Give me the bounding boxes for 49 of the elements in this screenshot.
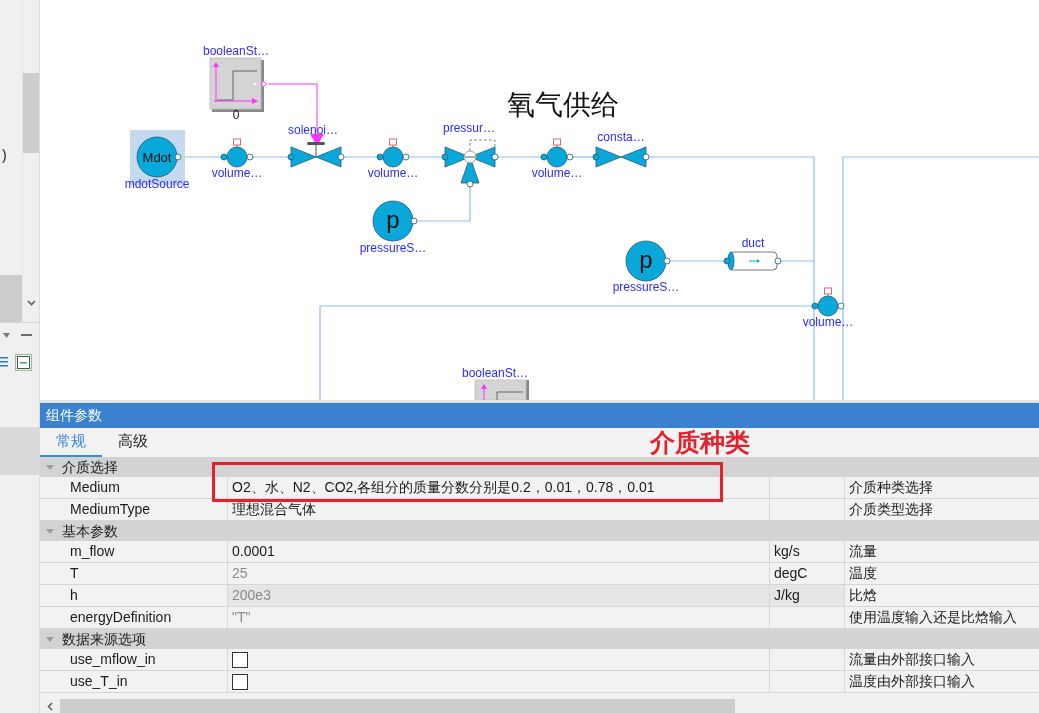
symbol-text: Mdot	[142, 149, 172, 165]
component-label: pressur…	[443, 121, 495, 135]
parameter-description: 温度由外部接口输入	[848, 672, 976, 691]
scrollbar-thumb[interactable]	[23, 73, 39, 153]
component-label: pressureS…	[612, 280, 680, 294]
parameter-description: 流量	[848, 542, 878, 561]
checkbox[interactable]	[232, 651, 248, 668]
component-label: mdotSource	[124, 177, 190, 191]
minimize-icon[interactable]	[21, 334, 32, 336]
collapse-triangle-icon[interactable]	[46, 635, 54, 643]
component-label: volume…	[211, 166, 263, 180]
sidebar-text: )	[1, 146, 8, 164]
tab[interactable]: 高级	[102, 428, 164, 457]
panel-header: 组件参数	[40, 403, 1039, 428]
collapse-triangle-icon[interactable]	[46, 463, 54, 471]
parameter-description: 温度	[848, 564, 878, 583]
component-label: volume…	[802, 315, 854, 329]
diagram-title: 氧气供给	[507, 87, 619, 121]
component-label: booleanSt…	[462, 366, 528, 380]
group-title: 数据来源选项	[62, 630, 146, 648]
group-title: 介质选择	[62, 458, 118, 476]
component-label: consta…	[597, 130, 645, 144]
unit-text: J/kg	[770, 585, 845, 606]
parameter-description: 比焓	[848, 586, 878, 605]
symbol-text: p	[639, 245, 653, 273]
component-label: duct	[741, 236, 765, 250]
parameter-description: 介质种类选择	[848, 478, 934, 497]
component-label: solenoi…	[288, 123, 338, 137]
component-label: volume…	[531, 166, 583, 180]
parameter-description: 使用温度输入还是比焓输入	[848, 608, 1018, 627]
value-label: 0	[232, 108, 240, 122]
chevron-down-icon[interactable]	[26, 300, 36, 306]
collapse-icon[interactable]	[15, 353, 32, 371]
component-label: volume…	[367, 166, 419, 180]
vertical-scrollbar[interactable]	[22, 0, 39, 322]
group-title: 基本参数	[62, 522, 118, 540]
parameter-description: 介质类型选择	[848, 500, 934, 519]
component-label: pressureS…	[359, 241, 427, 255]
list-icon[interactable]	[0, 356, 8, 368]
chevron-left-icon[interactable]	[47, 701, 53, 711]
collapse-triangle-icon[interactable]	[46, 527, 54, 535]
dropdown-triangle-icon[interactable]	[3, 332, 10, 338]
annotation-text: 介质种类	[650, 429, 750, 456]
checkbox[interactable]	[232, 673, 248, 690]
scrollbar-thumb[interactable]	[60, 699, 735, 713]
flow-source-symbol	[136, 136, 182, 178]
component-label: booleanSt…	[203, 44, 269, 58]
parameter-description: 流量由外部接口输入	[848, 650, 976, 669]
symbol-text: p	[386, 205, 400, 233]
